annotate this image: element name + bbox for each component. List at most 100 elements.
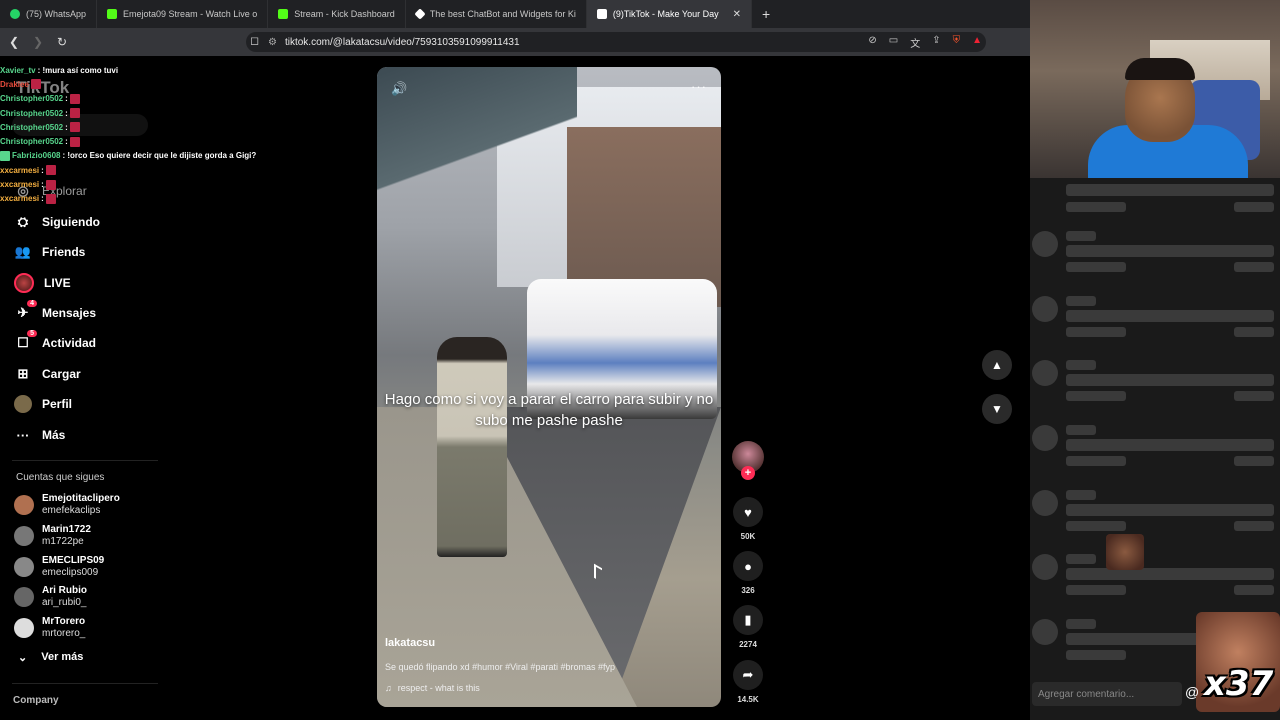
account-name: MrTorero (42, 616, 86, 627)
url-text: tiktok.com/@lakatacsu/video/759310359109… (284, 36, 520, 48)
nav-mensajes[interactable]: ✈ 4 Mensajes (14, 300, 97, 322)
tab-whatsapp[interactable]: (75) WhatsApp (0, 0, 98, 28)
creator-avatar[interactable]: + (731, 441, 765, 480)
music-title: respect - what is this (397, 683, 480, 693)
save-button[interactable]: ▮ 2274 (731, 605, 765, 649)
forward-icon[interactable]: ❯ (28, 35, 48, 49)
emote-icon (69, 108, 80, 119)
comments-list-loading (1030, 178, 1280, 712)
chevron-down-icon: ⌄ (18, 652, 28, 664)
live-icon (14, 273, 34, 293)
following-account[interactable]: Ari Rubio ari_rubi0_ (14, 585, 87, 609)
mention-icon[interactable]: @ (1185, 684, 1199, 700)
skeleton-bar (1066, 374, 1274, 386)
following-account[interactable]: MrTorero mrtorero_ (14, 616, 85, 640)
volume-icon[interactable]: 🔊 (391, 81, 407, 97)
emote-icon (45, 165, 56, 176)
back-icon[interactable]: ❮ (4, 35, 24, 49)
reload-icon[interactable]: ↻ (52, 35, 72, 49)
screen: (75) WhatsApp Emejota09 Stream - Watch L… (0, 0, 1280, 720)
translate-icon[interactable]: 文 (910, 35, 920, 50)
stream-chat-overlay: Xavier_tv: !mura así como tuvi Drakiee C… (0, 63, 300, 206)
video-music[interactable]: ♫ respect - what is this (385, 683, 480, 693)
notification-badge: 4 (27, 300, 37, 307)
next-video-button[interactable]: ▼ (982, 394, 1012, 424)
nav-live[interactable]: LIVE (14, 273, 71, 293)
video-description: Se quedó flipando xd #humor #Viral #para… (385, 662, 615, 672)
comment-icon: ● (733, 551, 763, 581)
avatar (1032, 296, 1058, 322)
nav-perfil[interactable]: Perfil (14, 395, 72, 413)
skeleton-bar (1066, 202, 1126, 212)
share-icon[interactable]: ⇪ (932, 35, 940, 50)
chevron-up-icon: ▲ (991, 358, 1003, 372)
avatar: + (732, 441, 764, 480)
skeleton-bar (1234, 456, 1274, 466)
previous-video-button[interactable]: ▲ (982, 350, 1012, 380)
tab-tiktok[interactable]: (9)TikTok - Make Your Day ✕ (586, 0, 752, 28)
company-link[interactable]: Company (13, 695, 59, 706)
nav-label: Siguiendo (42, 215, 100, 229)
extension-icon[interactable]: ⊘ (868, 35, 876, 50)
chevron-down-icon: ▼ (991, 402, 1003, 416)
following-icon: ⛭ (17, 214, 29, 229)
nav-mas[interactable]: ··· Más (14, 426, 66, 444)
following-header: Cuentas que sigues (16, 472, 105, 483)
like-button[interactable]: ♥ 50K (731, 497, 765, 541)
nav-siguiendo[interactable]: ⛭ Siguiendo (14, 213, 100, 231)
webcam-person (1125, 58, 1195, 80)
skeleton-bar (1066, 650, 1126, 660)
skeleton-bar (1234, 327, 1274, 337)
music-note-icon: ♫ (385, 683, 392, 693)
brave-shield-icon[interactable]: ⛨ (953, 35, 961, 50)
chat-text: : (41, 165, 44, 175)
tab-label: Emejota09 Stream - Watch Live o (123, 9, 258, 19)
more-options-icon[interactable]: ··· (691, 79, 707, 94)
whatsapp-icon (10, 9, 20, 19)
emote-icon (30, 79, 41, 90)
site-info-icon[interactable]: ⚙ (268, 37, 277, 48)
nav-label: Perfil (42, 397, 73, 411)
following-account[interactable]: Marin1722 m1722pe (14, 524, 91, 548)
emote-icon (45, 193, 56, 204)
notification-badge: 5 (27, 330, 37, 337)
video-username[interactable]: lakatacsu (385, 637, 435, 649)
see-more-button[interactable]: ⌄ Ver más (18, 651, 83, 664)
nav-friends[interactable]: 👥 Friends (14, 243, 85, 261)
tab-kick-stream[interactable]: Emejota09 Stream - Watch Live o (97, 0, 269, 28)
avatar (14, 618, 34, 638)
close-icon[interactable]: ✕ (733, 9, 741, 20)
nav-label: Mensajes (42, 306, 97, 320)
tab-kick-dashboard[interactable]: Stream - Kick Dashboard (268, 0, 406, 28)
heart-icon: ♥ (733, 497, 763, 527)
account-handle: mrtorero_ (42, 628, 86, 639)
bookmark-icon[interactable]: ◻ (250, 34, 259, 47)
skeleton-bar (1066, 456, 1126, 466)
tab-chatbot[interactable]: The best ChatBot and Widgets for Ki (406, 0, 587, 28)
following-account[interactable]: EMECLIPS09 emeclips009 (14, 555, 104, 579)
brave-rewards-icon[interactable]: ▲ (972, 35, 982, 50)
extensions-bar: ⊘ ▭ 文 ⇪ ⛨ ▲ (868, 35, 982, 50)
skeleton-bar (1234, 521, 1274, 531)
video-player[interactable]: 🔊 ··· Hago como si voy a parar el carro … (377, 67, 721, 707)
like-count: 50K (740, 532, 756, 541)
account-name: Emejotitaclipero (42, 493, 120, 504)
chat-message: Christopher0502: (0, 134, 300, 148)
more-icon: ··· (16, 427, 30, 443)
comment-button[interactable]: ● 326 (731, 551, 765, 595)
nav-cargar[interactable]: ⊞ Cargar (14, 365, 81, 383)
follow-plus-icon[interactable]: + (741, 466, 755, 480)
cast-icon[interactable]: ▭ (889, 35, 898, 50)
share-button[interactable]: ➦ 14.5K (731, 660, 765, 704)
skeleton-bar (1066, 391, 1126, 401)
comment-input[interactable]: Agregar comentario... (1032, 682, 1182, 706)
friends-icon: 👥 (14, 244, 32, 259)
skeleton-bar (1066, 425, 1096, 435)
skeleton-bar (1066, 521, 1126, 531)
skeleton-bar (1066, 504, 1274, 516)
new-tab-button[interactable]: + (752, 6, 780, 22)
nav-actividad[interactable]: ☐ 5 Actividad (14, 330, 96, 352)
following-account[interactable]: Emejotitaclipero emefekaclips (14, 493, 120, 517)
tiktok-icon (596, 9, 607, 19)
avatar (14, 587, 34, 607)
